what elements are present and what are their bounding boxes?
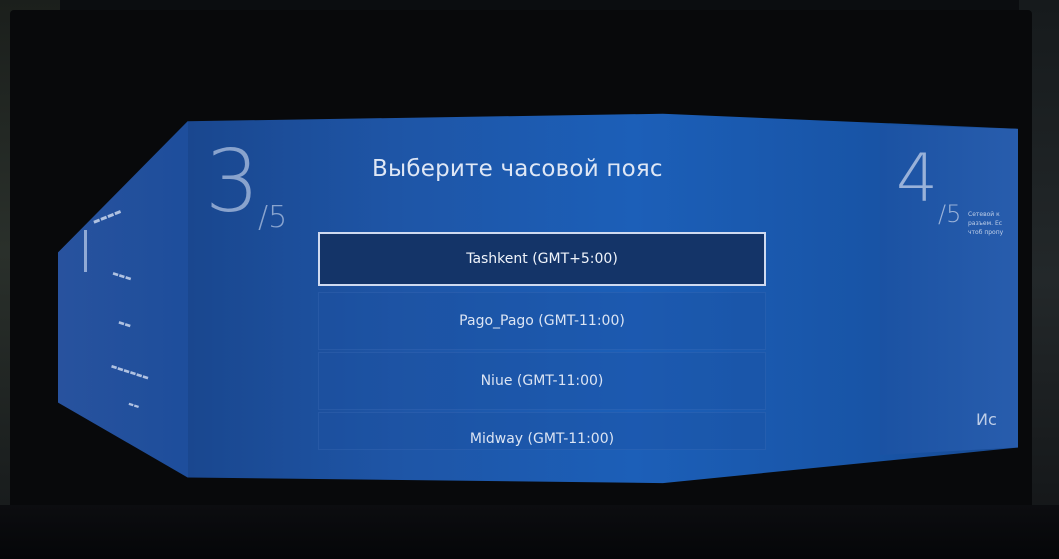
- next-step-button[interactable]: Ис: [976, 410, 997, 429]
- page-title: Выберите часовой пояс: [372, 156, 663, 182]
- step-next-number: 4: [896, 140, 938, 217]
- timezone-list: Tashkent (GMT+5:00) Pago_Pago (GMT-11:00…: [318, 232, 766, 452]
- timezone-item-selected[interactable]: Tashkent (GMT+5:00): [318, 232, 766, 286]
- step-current-number: 3: [205, 132, 260, 232]
- timezone-item[interactable]: Niue (GMT-11:00): [318, 352, 766, 410]
- tv-bottom-frame: [0, 505, 1059, 559]
- previous-step-indicator: [84, 230, 87, 272]
- next-step-description: Сетевой к разъем. Ес чтоб пропу: [968, 211, 1004, 236]
- timezone-item[interactable]: Midway (GMT-11:00): [318, 412, 766, 450]
- step-next-total: /5: [938, 200, 962, 228]
- step-current-total: /5: [258, 200, 288, 235]
- timezone-item[interactable]: Pago_Pago (GMT-11:00): [318, 292, 766, 350]
